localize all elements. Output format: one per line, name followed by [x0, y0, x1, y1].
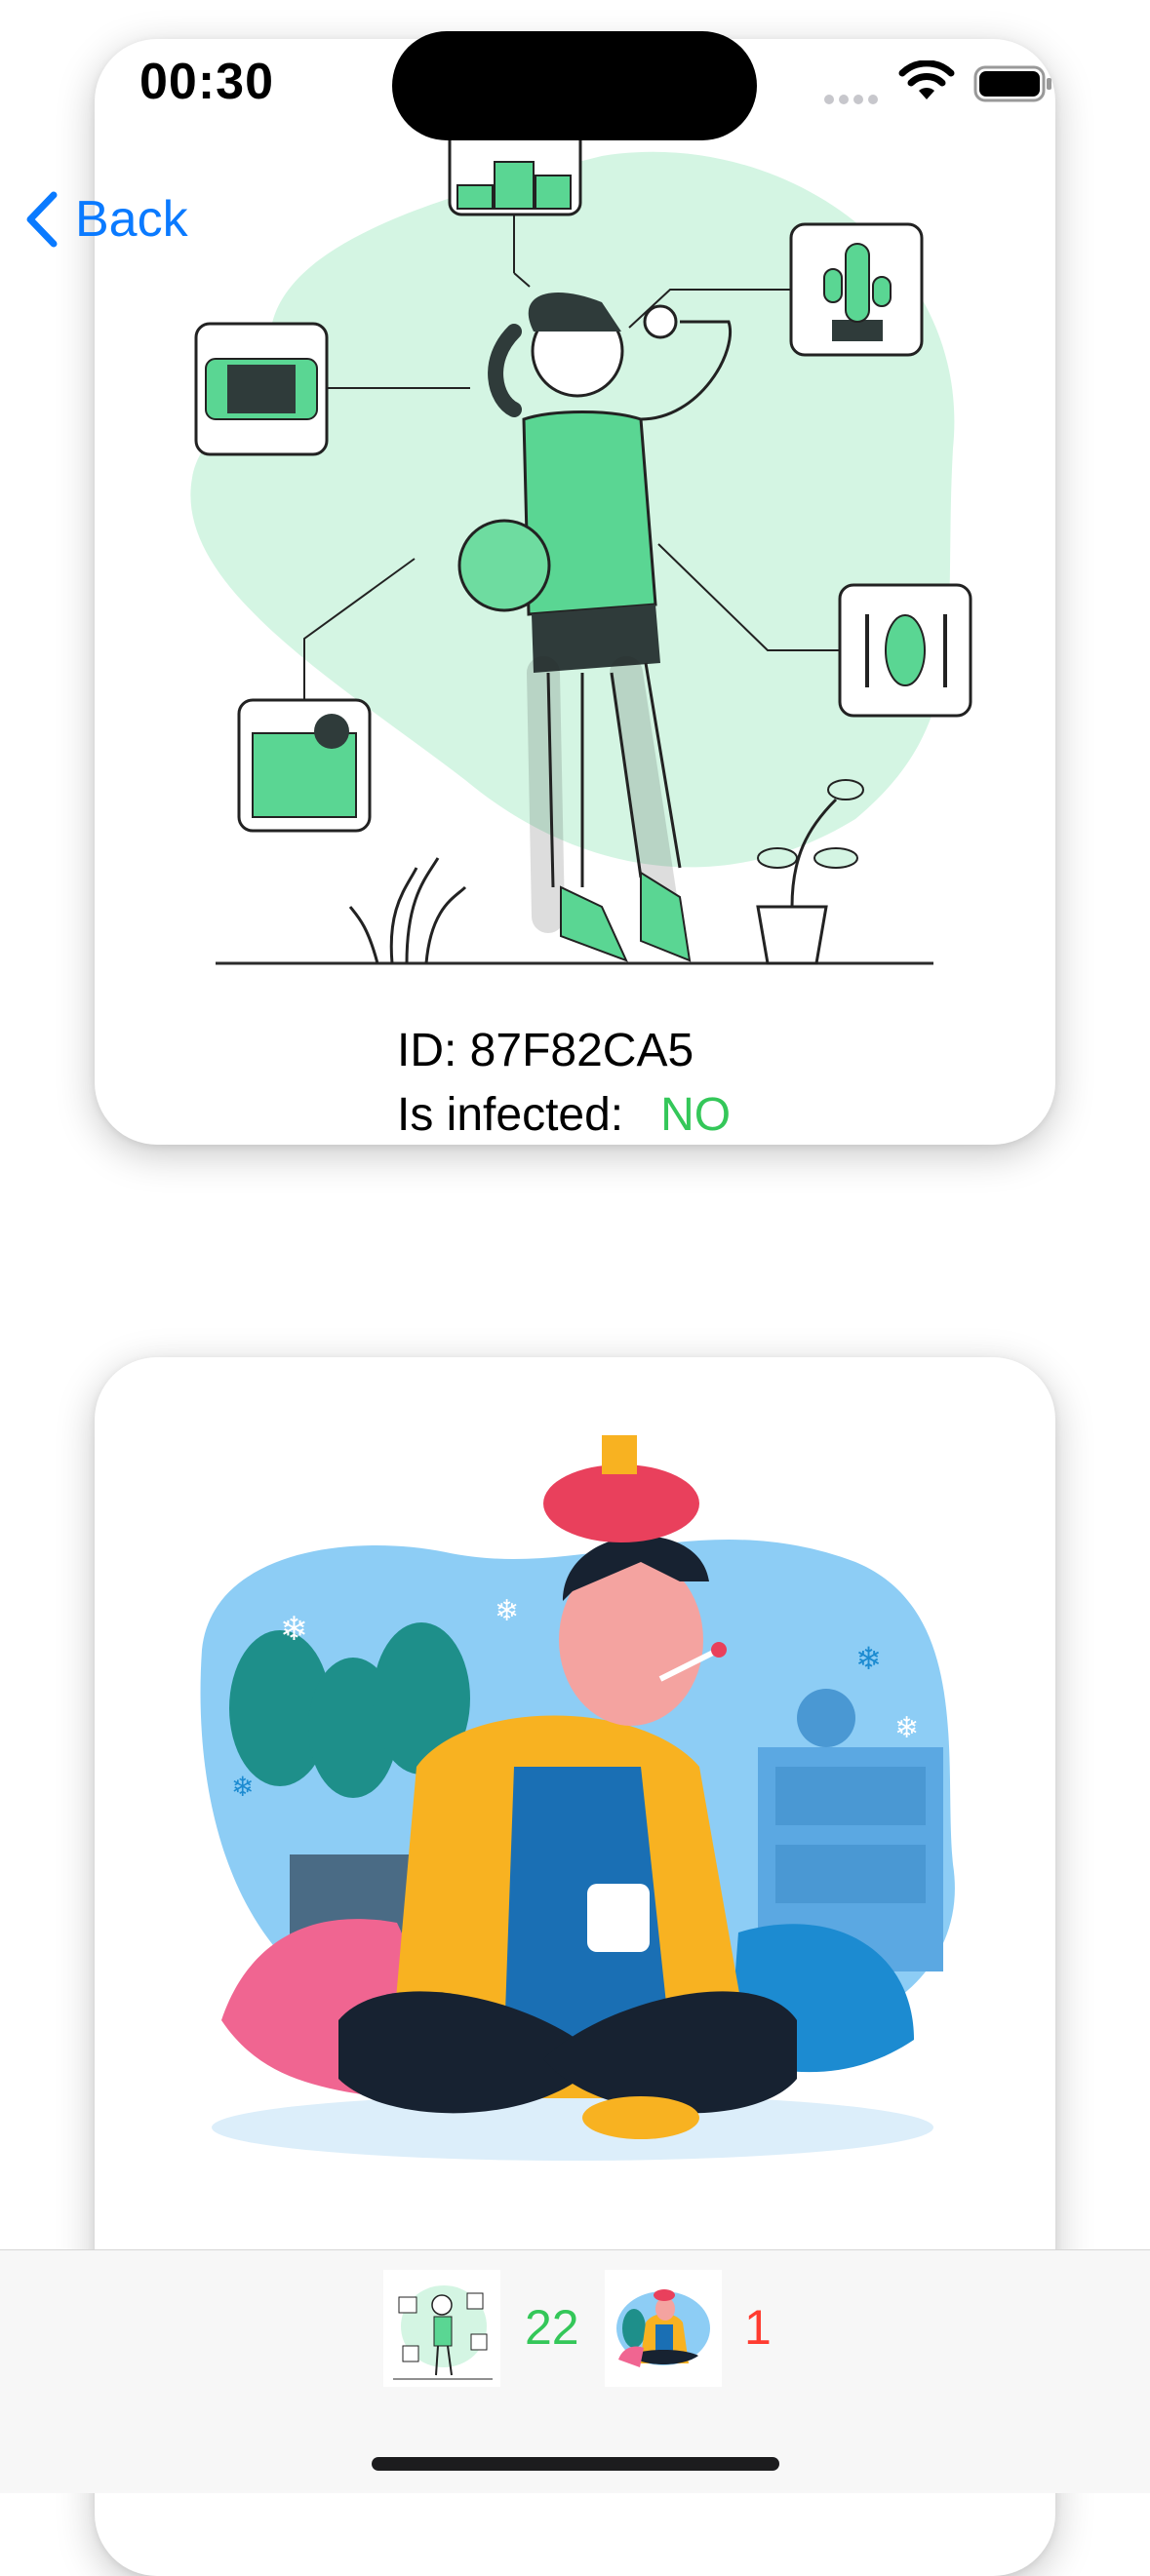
person-card-healthy[interactable]: ID: 87F82CA5 Is infected: NO	[95, 39, 1055, 1145]
infected-value: NO	[660, 1089, 732, 1141]
svg-text:❄: ❄	[855, 1640, 882, 1677]
chevron-left-icon	[26, 191, 58, 248]
healthy-person-thumbnail-icon	[393, 2285, 493, 2380]
back-button[interactable]: Back	[24, 190, 188, 249]
healthy-count: 22	[525, 2300, 579, 2355]
wifi-icon	[898, 60, 955, 99]
svg-text:❄: ❄	[894, 1711, 919, 1745]
healthy-thumbnail[interactable]	[383, 2270, 500, 2387]
status-time: 00:30	[139, 54, 274, 110]
person-id: ID: 87F82CA5	[397, 1025, 694, 1076]
svg-text:❄: ❄	[495, 1594, 519, 1628]
infection-status: Is infected: NO	[397, 1088, 731, 1142]
signal-dots-icon	[824, 92, 883, 109]
home-indicator[interactable]	[372, 2457, 779, 2471]
dynamic-island	[392, 31, 757, 140]
svg-text:❄: ❄	[231, 1771, 254, 1803]
sick-thumbnail[interactable]	[605, 2270, 722, 2387]
battery-icon	[973, 65, 1051, 102]
sick-count: 1	[744, 2300, 772, 2355]
sick-person-thumbnail-icon	[616, 2289, 710, 2367]
back-label: Back	[75, 191, 188, 248]
svg-text:❄: ❄	[280, 1610, 308, 1649]
status-bar: 00:30	[0, 0, 1150, 166]
infected-label: Is infected:	[397, 1089, 624, 1141]
healthy-person-illustration	[190, 115, 972, 965]
